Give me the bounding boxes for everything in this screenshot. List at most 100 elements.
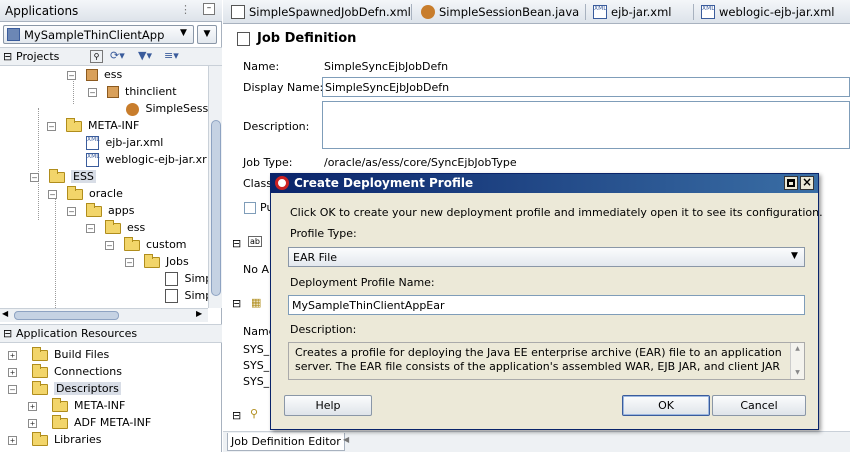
tree-item-thinclient[interactable]: – thinclient — [88, 83, 177, 100]
expand-icon[interactable]: + — [8, 435, 17, 445]
job-definition-icon — [165, 272, 178, 286]
resource-build-files[interactable]: + Build Files — [8, 346, 109, 363]
tree-item-label: apps — [108, 204, 135, 217]
tree-item-oracle[interactable]: – oracle — [48, 185, 123, 202]
tab-weblogic-ejb-jar[interactable]: XML weblogic-ejb-jar.xml — [697, 2, 840, 22]
expand-icon[interactable]: – — [67, 206, 76, 216]
scrollbar-thumb[interactable] — [211, 120, 221, 296]
tab-simplespawnedjobdefn[interactable]: SimpleSpawnedJobDefn.xml — [227, 2, 417, 22]
xml-file-icon: XML — [86, 153, 100, 167]
tree-item-ess-sub[interactable]: – ess — [86, 219, 145, 236]
display-name-label: Display Name: — [243, 81, 324, 94]
expand-icon[interactable]: – — [30, 172, 39, 182]
collapse-icon[interactable]: ⊟ — [3, 50, 12, 63]
tree-vertical-scrollbar[interactable] — [208, 66, 222, 308]
scrollbar-thumb[interactable] — [14, 311, 119, 320]
expand-icon[interactable]: – — [125, 257, 134, 267]
sort-icon[interactable]: ≡▾ — [164, 49, 179, 62]
ok-button[interactable]: OK — [622, 395, 710, 416]
tree-horizontal-scrollbar[interactable]: ◀ ▶ — [0, 308, 208, 322]
resource-adf-meta-inf[interactable]: + ADF META-INF — [28, 414, 151, 431]
description-scrollbar[interactable]: ▲ ▼ — [790, 343, 804, 379]
tab-label: weblogic-ejb-jar.xml — [719, 5, 835, 19]
oracle-logo-icon — [275, 176, 289, 190]
expand-icon[interactable]: + — [8, 367, 17, 377]
tab-label: SimpleSessionBean.java — [439, 5, 580, 19]
resource-descriptors[interactable]: – Descriptors — [8, 380, 121, 397]
filter-icon[interactable]: ▼▾ — [138, 49, 152, 62]
tree-item-ess-root[interactable]: – ESS — [30, 168, 96, 185]
profile-name-input[interactable]: MySampleThinClientAppEar — [288, 295, 805, 315]
name-label: Name: — [243, 60, 280, 73]
tree-item-job-2[interactable]: Simp — [165, 287, 208, 304]
tree-item-ess[interactable]: – ess — [67, 66, 122, 83]
tree-item-job-1[interactable]: Simp — [165, 270, 208, 287]
scroll-right-icon[interactable]: ▶ — [196, 309, 202, 318]
xml-file-icon: XML — [701, 5, 715, 19]
tree-item-custom[interactable]: – custom — [105, 236, 187, 253]
tree-item-ejb-jar[interactable]: XML ejb-jar.xml — [86, 134, 163, 151]
params-icon: ▦ — [251, 296, 262, 309]
expand-icon[interactable]: + — [28, 401, 37, 411]
package-icon — [85, 69, 98, 81]
expand-icon[interactable]: – — [47, 121, 56, 131]
tree-item-jobs[interactable]: – Jobs — [125, 253, 189, 270]
profile-type-label: Profile Type: — [290, 227, 357, 240]
search-icon[interactable]: ⋮ — [180, 3, 191, 16]
expand-icon[interactable]: – — [48, 189, 57, 199]
projects-toolbar: ⊟ Projects ⚲ ⟳▾ ▼▾ ≡▾ — [0, 47, 222, 66]
expand-icon[interactable]: – — [88, 87, 97, 97]
folder-icon — [31, 346, 48, 361]
xml-file-icon: XML — [593, 5, 607, 19]
resource-meta-inf[interactable]: + META-INF — [28, 397, 125, 414]
expand-icon[interactable]: – — [67, 70, 76, 80]
pu-checkbox[interactable] — [244, 202, 256, 214]
folder-icon — [85, 202, 102, 217]
editor-tab-bar: SimpleSpawnedJobDefn.xml SimpleSessionBe… — [223, 0, 850, 24]
resource-libraries[interactable]: + Libraries — [8, 431, 102, 448]
folder-icon — [48, 168, 65, 183]
chevron-down-icon: ▼ — [791, 251, 798, 261]
tree-item-label: weblogic-ejb-jar.xr — [105, 153, 207, 166]
expand-icon[interactable]: + — [28, 418, 37, 428]
ok-button-label: OK — [658, 399, 674, 412]
expand-icon[interactable]: + — [8, 350, 17, 360]
profile-type-select[interactable]: EAR File ▼ — [288, 247, 805, 267]
tree-item-weblogic-ejb-jar[interactable]: XML weblogic-ejb-jar.xr — [86, 151, 207, 168]
scroll-left-icon[interactable]: ◀ — [343, 435, 349, 444]
find-icon[interactable]: ⚲ — [90, 50, 103, 63]
resource-connections[interactable]: + Connections — [8, 363, 122, 380]
tree-item-simplesessionbean[interactable]: SimpleSessi — [126, 100, 208, 117]
minimize-icon[interactable]: – — [203, 3, 215, 15]
refresh-icon[interactable]: ⟳▾ — [110, 49, 125, 62]
folder-icon — [31, 363, 48, 378]
display-name-field[interactable]: SimpleSyncEjbJobDefn — [322, 77, 850, 97]
expand-icon[interactable]: – — [8, 384, 17, 394]
tree-item-label: Jobs — [166, 255, 189, 268]
tab-ejb-jar[interactable]: XML ejb-jar.xml — [589, 2, 678, 22]
section-collapse-icon[interactable]: ⊟ — [232, 409, 241, 422]
expand-icon[interactable]: – — [86, 223, 95, 233]
section-collapse-icon[interactable]: ⊟ — [232, 297, 241, 310]
dialog-title-bar[interactable]: Create Deployment Profile × — [271, 174, 818, 193]
description-field[interactable] — [322, 101, 850, 149]
tab-simplesessionbean[interactable]: SimpleSessionBean.java — [417, 2, 585, 22]
tab-job-definition-editor[interactable]: Job Definition Editor — [227, 433, 345, 451]
tree-item-apps[interactable]: – apps — [67, 202, 134, 219]
profile-name-label: Deployment Profile Name: — [290, 276, 435, 289]
help-button[interactable]: Help — [284, 395, 372, 416]
app-menu-button[interactable]: ▼ — [197, 25, 217, 44]
app-resources-header[interactable]: ⊟ Application Resources — [0, 324, 222, 343]
tree-item-meta-inf[interactable]: – META-INF — [47, 117, 139, 134]
description-label: Description: — [243, 120, 310, 133]
expand-icon[interactable]: – — [105, 240, 114, 250]
collapse-icon[interactable]: ⊟ — [3, 327, 12, 340]
cancel-button[interactable]: Cancel — [712, 395, 806, 416]
close-icon[interactable]: × — [800, 176, 814, 190]
app-selector[interactable]: MySampleThinClientApp ▼ — [3, 25, 194, 44]
section-collapse-icon[interactable]: ⊟ — [232, 237, 241, 250]
folder-icon — [123, 236, 140, 251]
create-deployment-profile-dialog: Create Deployment Profile × Click OK to … — [270, 173, 823, 430]
maximize-icon[interactable] — [784, 176, 798, 190]
scroll-left-icon[interactable]: ◀ — [2, 309, 8, 318]
